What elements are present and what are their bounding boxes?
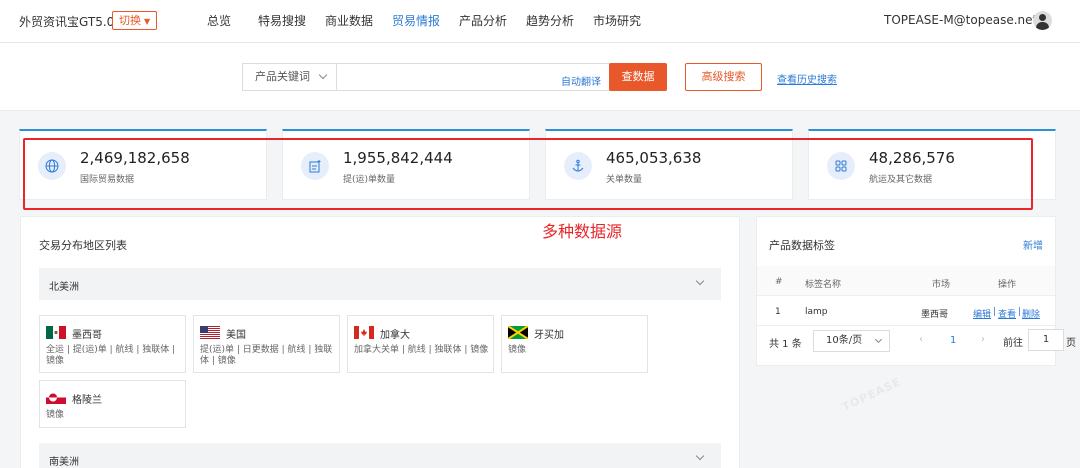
- goto-page-input[interactable]: 1: [1028, 329, 1064, 351]
- edit-link[interactable]: 编辑: [973, 307, 991, 320]
- annotation-text: 多种数据源: [542, 222, 623, 241]
- nav-item-trend-analysis[interactable]: 趋势分析: [526, 0, 593, 43]
- watermark: TOPEASE: [840, 375, 904, 414]
- distribution-panel: 交易分布地区列表 北美洲 墨西哥 全运 | 提(运)单 | 航线 | 独联体 |…: [20, 216, 740, 468]
- search-type-select[interactable]: 产品关键词: [243, 64, 337, 90]
- column-header: 操作: [998, 280, 1017, 290]
- row-index: 1: [775, 307, 781, 317]
- search-type-label: 产品关键词: [255, 70, 310, 83]
- search-box: 产品关键词 自动翻译 查数据: [242, 63, 667, 91]
- table-header: # 标签名称 市场 操作: [757, 266, 1055, 296]
- region-name: 南美洲: [49, 457, 79, 468]
- nav-item-overview[interactable]: 总览: [207, 0, 258, 43]
- panel-title: 交易分布地区列表: [39, 239, 127, 252]
- nav-item-market-research[interactable]: 市场研究: [593, 0, 660, 43]
- usa-flag-icon: [200, 326, 220, 339]
- total-count: 共 1 条: [769, 339, 802, 350]
- country-name: 格陵兰: [72, 395, 102, 406]
- nav-item-business-data[interactable]: 商业数据: [325, 0, 392, 43]
- chevron-down-icon: [318, 70, 328, 80]
- auto-translate-link[interactable]: 自动翻译: [561, 73, 601, 88]
- search-section: 产品关键词 自动翻译 查数据 高级搜索 查看历史搜索: [0, 43, 1080, 111]
- tags-table: # 标签名称 市场 操作 1 lamp 墨西哥 编辑 | 查看 | 删除: [757, 266, 1055, 326]
- history-search-link[interactable]: 查看历史搜索: [777, 71, 837, 86]
- search-input[interactable]: [338, 64, 558, 90]
- tag-name: lamp: [805, 307, 828, 317]
- mexico-flag-icon: [46, 326, 66, 339]
- country-name: 牙买加: [534, 330, 564, 341]
- region-name: 北美洲: [49, 282, 79, 293]
- brand-title: 外贸资讯宝GT5.0: [19, 15, 115, 29]
- country-name: 加拿大: [380, 330, 410, 341]
- canada-flag-icon: [354, 326, 374, 339]
- chevron-down-icon: [874, 335, 883, 344]
- country-links[interactable]: 提(运)单 | 日更数据 | 航线 | 独联体 | 镜像: [200, 345, 335, 367]
- column-header: 标签名称: [805, 280, 842, 290]
- avatar-body: [1036, 22, 1049, 30]
- country-card-canada[interactable]: 加拿大 加拿大关单 | 航线 | 独联体 | 镜像: [347, 315, 494, 373]
- search-button[interactable]: 查数据: [609, 63, 667, 91]
- country-name: 墨西哥: [72, 330, 102, 341]
- page-size-label: 10条/页: [826, 335, 863, 346]
- user-email[interactable]: TOPEASE-M@topease.net: [884, 13, 1037, 27]
- goto-label: 前往: [1003, 338, 1023, 349]
- prev-page-icon[interactable]: ‹: [919, 334, 923, 345]
- add-tag-link[interactable]: 新增: [1023, 237, 1043, 252]
- switch-label: 切换: [119, 14, 141, 27]
- greenland-flag-icon: [46, 391, 66, 404]
- avatar-head: [1039, 14, 1046, 21]
- page-size-select[interactable]: 10条/页: [813, 330, 890, 352]
- switch-button[interactable]: 切换 ▼: [112, 11, 158, 30]
- region-bar-north-america[interactable]: 北美洲: [39, 268, 721, 300]
- country-card-mexico[interactable]: 墨西哥 全运 | 提(运)单 | 航线 | 独联体 | 镜像: [39, 315, 186, 373]
- avatar[interactable]: [1033, 11, 1052, 30]
- country-card-jamaica[interactable]: 牙买加 镜像: [501, 315, 648, 373]
- highlight-box: [23, 138, 1033, 210]
- nav-item-topease-search[interactable]: 特易搜搜: [258, 0, 325, 43]
- column-header: 市场: [932, 280, 951, 290]
- panel-title: 产品数据标签: [769, 239, 835, 252]
- next-page-icon[interactable]: ›: [981, 334, 985, 345]
- advanced-search-button[interactable]: 高级搜索: [685, 63, 762, 91]
- separator: |: [1018, 307, 1022, 317]
- nav-item-trade-intel[interactable]: 贸易情报: [392, 0, 459, 43]
- page-unit: 页: [1066, 338, 1076, 349]
- top-navbar: 外贸资讯宝GT5.0 切换 ▼ 总览 特易搜搜 商业数据 贸易情报 产品分析 趋势…: [0, 0, 1080, 43]
- caret-down-icon: ▼: [144, 17, 151, 26]
- country-links[interactable]: 镜像: [46, 410, 181, 421]
- table-row: 1 lamp 墨西哥 编辑 | 查看 | 删除: [757, 296, 1055, 326]
- nav-item-product-analysis[interactable]: 产品分析: [459, 0, 526, 43]
- chevron-down-icon: [695, 451, 705, 461]
- separator: |: [993, 307, 997, 317]
- current-page[interactable]: 1: [950, 335, 956, 346]
- country-links[interactable]: 加拿大关单 | 航线 | 独联体 | 镜像: [354, 345, 489, 356]
- country-card-greenland[interactable]: 格陵兰 镜像: [39, 380, 186, 428]
- country-card-usa[interactable]: 美国 提(运)单 | 日更数据 | 航线 | 独联体 | 镜像: [193, 315, 340, 373]
- chevron-down-icon: [695, 276, 705, 286]
- tag-market: 墨西哥: [921, 310, 949, 320]
- country-links[interactable]: 镜像: [508, 345, 643, 356]
- region-bar-south-america[interactable]: 南美洲: [39, 443, 721, 468]
- main-nav: 总览 特易搜搜 商业数据 贸易情报 产品分析 趋势分析 市场研究: [207, 0, 660, 43]
- country-name: 美国: [226, 330, 246, 341]
- jamaica-flag-icon: [508, 326, 528, 339]
- view-link[interactable]: 查看: [998, 307, 1016, 320]
- delete-link[interactable]: 删除: [1022, 307, 1040, 320]
- column-header: #: [775, 277, 783, 287]
- country-links[interactable]: 全运 | 提(运)单 | 航线 | 独联体 | 镜像: [46, 345, 181, 367]
